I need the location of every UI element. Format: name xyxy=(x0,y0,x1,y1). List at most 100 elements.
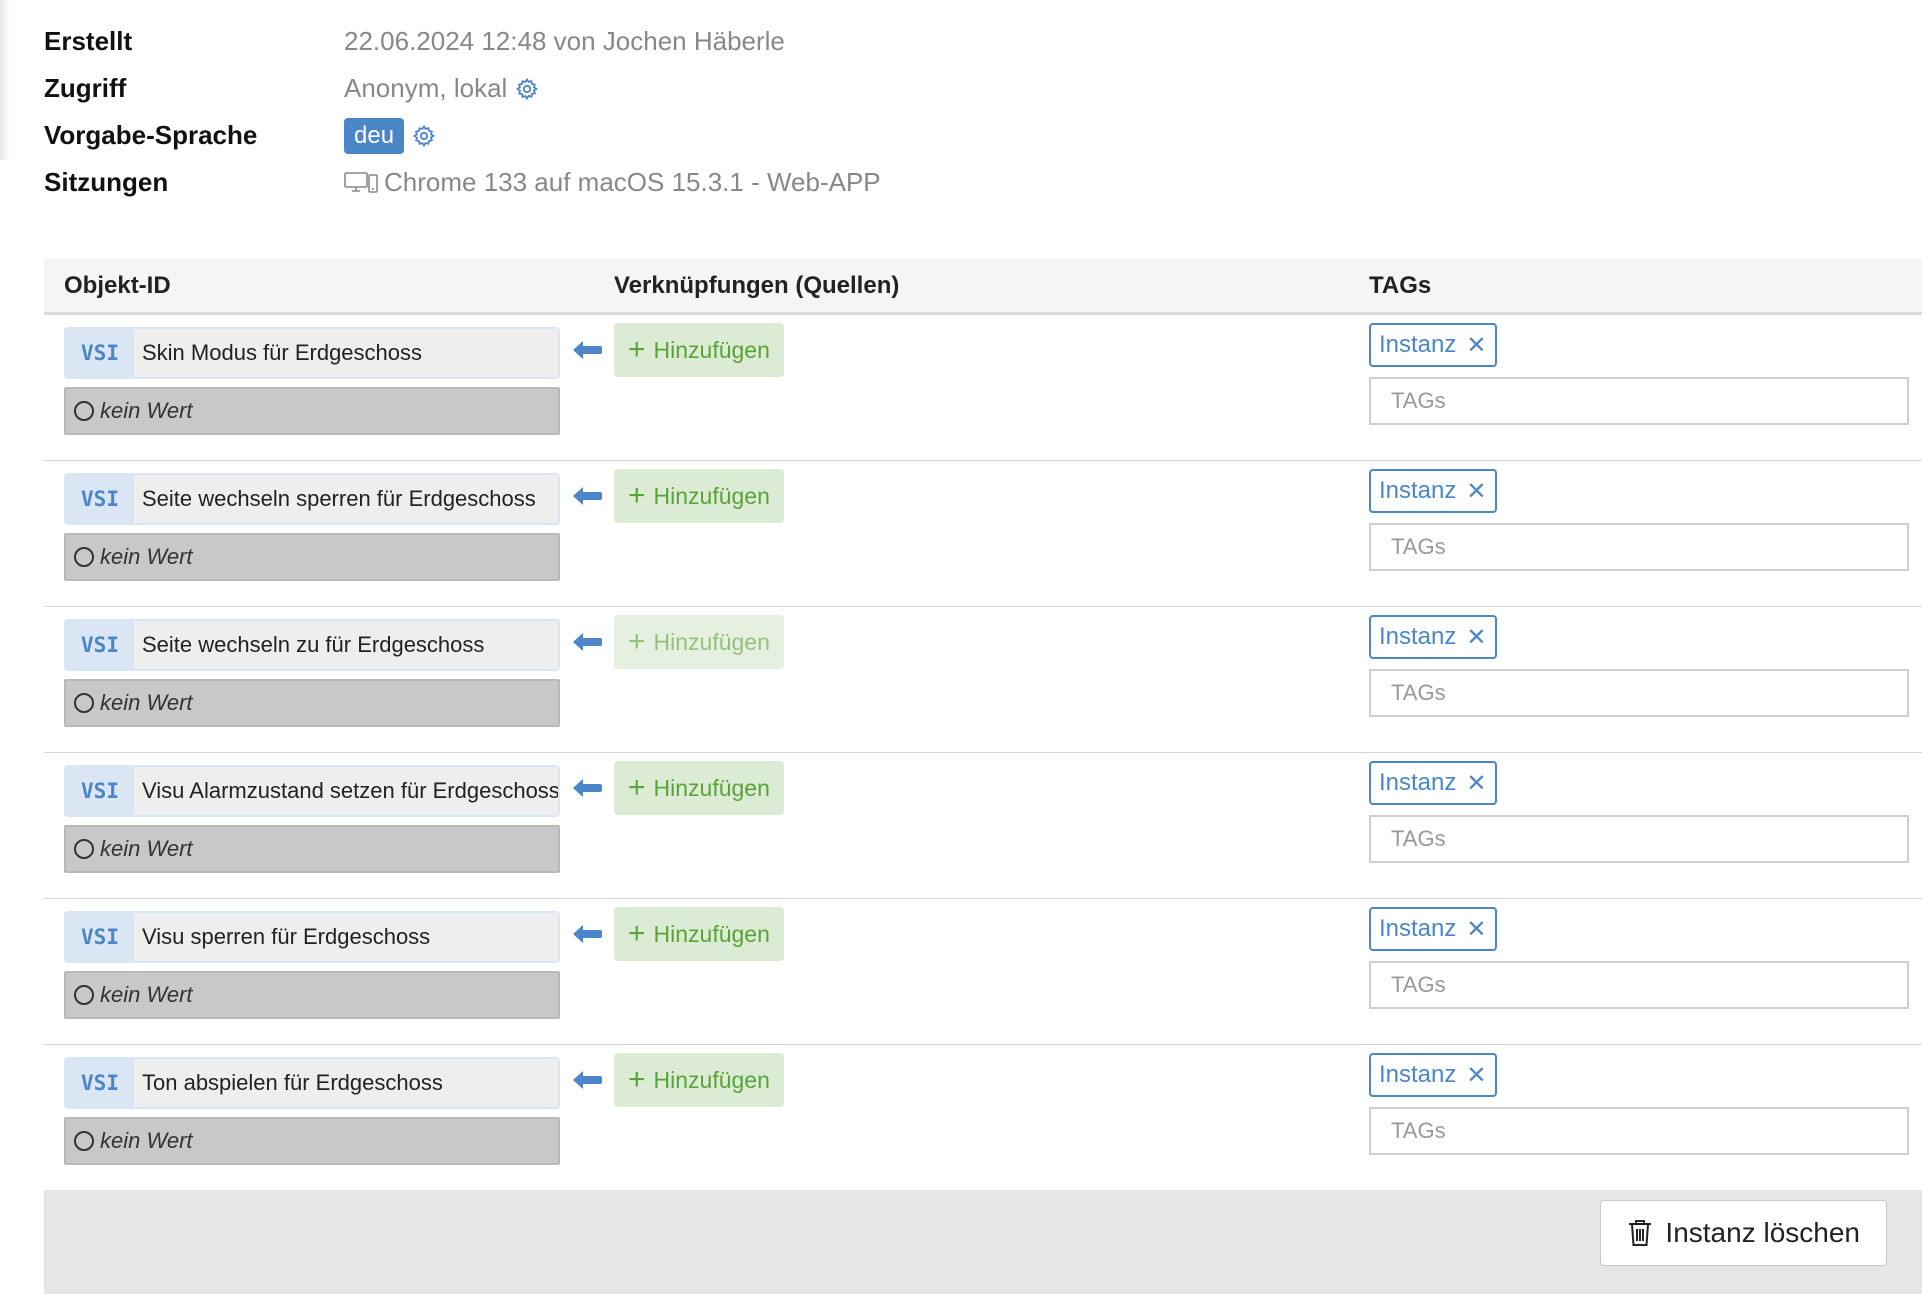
table-row: VSI Visu Alarmzustand setzen für Erdgesc… xyxy=(44,753,1922,899)
object-type-badge: VSI xyxy=(81,925,119,949)
object-name: Seite wechseln sperren für Erdgeschoss xyxy=(134,475,558,523)
info-panel: Erstellt 22.06.2024 12:48 von Jochen Häb… xyxy=(44,18,881,206)
tag-chip: Instanz ✕ xyxy=(1369,907,1497,951)
add-link-label: Hinzufügen xyxy=(653,336,770,363)
plus-icon: + xyxy=(628,771,646,804)
arrow-left-icon xyxy=(572,1069,602,1091)
column-header-object-id[interactable]: Objekt-ID xyxy=(64,272,171,300)
object-type-badge: VSI xyxy=(81,341,119,365)
gear-icon[interactable] xyxy=(412,124,436,148)
object-value: kein Wert xyxy=(64,1117,560,1165)
arrow-left-icon xyxy=(572,485,602,507)
object-id-field[interactable]: VSI Skin Modus für Erdgeschoss xyxy=(64,327,560,379)
info-row-sessions: Sitzungen Chrome 133 auf macOS 15.3.1 - … xyxy=(44,159,881,206)
created-value: 22.06.2024 12:48 von Jochen Häberle xyxy=(344,26,785,56)
sessions-value-wrap: Chrome 133 auf macOS 15.3.1 - Web-APP xyxy=(344,167,881,198)
table-row: VSI Seite wechseln zu für Erdgeschoss ke… xyxy=(44,607,1922,753)
sessions-label: Sitzungen xyxy=(44,167,169,197)
gear-icon[interactable] xyxy=(515,77,539,101)
object-name: Skin Modus für Erdgeschoss xyxy=(134,329,558,377)
add-link-label: Hinzufügen xyxy=(653,1066,770,1093)
object-value: kein Wert xyxy=(64,387,560,435)
tag-chip: Instanz ✕ xyxy=(1369,469,1497,513)
circle-icon xyxy=(74,1131,94,1151)
tag-chip-label: Instanz xyxy=(1379,477,1457,504)
table-row: VSI Ton abspielen für Erdgeschoss kein W… xyxy=(44,1045,1922,1191)
add-link-label: Hinzufügen xyxy=(653,628,770,655)
plus-icon: + xyxy=(628,333,646,366)
language-badge: deu xyxy=(344,117,405,154)
add-link-button[interactable]: + Hinzufügen xyxy=(614,907,784,961)
close-icon[interactable]: ✕ xyxy=(1466,1061,1486,1090)
circle-icon xyxy=(74,547,94,567)
info-row-created: Erstellt 22.06.2024 12:48 von Jochen Häb… xyxy=(44,18,881,65)
object-id-field[interactable]: VSI Seite wechseln sperren für Erdgescho… xyxy=(64,473,560,525)
arrow-left-icon xyxy=(572,339,602,361)
object-type-badge: VSI xyxy=(81,487,119,511)
close-icon[interactable]: ✕ xyxy=(1466,477,1486,506)
object-type-badge: VSI xyxy=(81,779,119,803)
tag-chip: Instanz ✕ xyxy=(1369,323,1497,367)
access-value: Anonym, lokal xyxy=(344,73,508,103)
access-label: Zugriff xyxy=(44,73,127,103)
object-name: Ton abspielen für Erdgeschoss xyxy=(134,1059,558,1107)
column-header-links[interactable]: Verknüpfungen (Quellen) xyxy=(614,272,899,300)
tags-input[interactable] xyxy=(1369,815,1909,863)
access-value-wrap: Anonym, lokal xyxy=(344,73,539,104)
object-name: Visu sperren für Erdgeschoss xyxy=(134,913,558,961)
object-value-text: kein Wert xyxy=(100,836,193,861)
object-id-field[interactable]: VSI Ton abspielen für Erdgeschoss xyxy=(64,1057,560,1109)
table-body: VSI Skin Modus für Erdgeschoss kein Wert… xyxy=(44,315,1922,1191)
add-link-button[interactable]: + Hinzufügen xyxy=(614,323,784,377)
table-header: Objekt-ID Verknüpfungen (Quellen) TAGs xyxy=(44,258,1922,315)
tags-input[interactable] xyxy=(1369,523,1909,571)
object-type-badge: VSI xyxy=(81,633,119,657)
add-link-button[interactable]: + Hinzufügen xyxy=(614,1053,784,1107)
table-row: VSI Visu sperren für Erdgeschoss kein We… xyxy=(44,899,1922,1045)
delete-instance-button[interactable]: Instanz löschen xyxy=(1600,1200,1887,1266)
plus-icon: + xyxy=(628,625,646,658)
tags-input[interactable] xyxy=(1369,961,1909,1009)
left-edge-shadow xyxy=(0,0,10,160)
tags-input[interactable] xyxy=(1369,377,1909,425)
add-link-label: Hinzufügen xyxy=(653,774,770,801)
tag-chip-label: Instanz xyxy=(1379,1061,1457,1088)
objects-table: Objekt-ID Verknüpfungen (Quellen) TAGs V… xyxy=(44,258,1922,1191)
object-id-field[interactable]: VSI Visu Alarmzustand setzen für Erdgesc… xyxy=(64,765,560,817)
table-row: VSI Seite wechseln sperren für Erdgescho… xyxy=(44,461,1922,607)
tag-chip-label: Instanz xyxy=(1379,915,1457,942)
object-value: kein Wert xyxy=(64,533,560,581)
desktop-mobile-icon xyxy=(344,171,378,195)
object-value-text: kein Wert xyxy=(100,544,193,569)
tag-chip-label: Instanz xyxy=(1379,769,1457,796)
add-link-button[interactable]: + Hinzufügen xyxy=(614,615,784,669)
sessions-value: Chrome 133 auf macOS 15.3.1 - Web-APP xyxy=(384,167,881,197)
language-value-wrap: deu xyxy=(344,117,436,154)
close-icon[interactable]: ✕ xyxy=(1466,331,1486,360)
add-link-button[interactable]: + Hinzufügen xyxy=(614,469,784,523)
object-id-field[interactable]: VSI Visu sperren für Erdgeschoss xyxy=(64,911,560,963)
tag-chip-label: Instanz xyxy=(1379,331,1457,358)
trash-icon xyxy=(1627,1218,1653,1248)
tag-chip-label: Instanz xyxy=(1379,623,1457,650)
object-id-field[interactable]: VSI Seite wechseln zu für Erdgeschoss xyxy=(64,619,560,671)
object-name: Visu Alarmzustand setzen für Erdgeschoss xyxy=(134,767,558,815)
column-header-tags[interactable]: TAGs xyxy=(1369,272,1431,300)
add-link-label: Hinzufügen xyxy=(653,482,770,509)
object-value-text: kein Wert xyxy=(100,398,193,423)
object-value-text: kein Wert xyxy=(100,690,193,715)
object-type-badge: VSI xyxy=(81,1071,119,1095)
arrow-left-icon xyxy=(572,777,602,799)
close-icon[interactable]: ✕ xyxy=(1466,769,1486,798)
close-icon[interactable]: ✕ xyxy=(1466,915,1486,944)
circle-icon xyxy=(74,401,94,421)
language-label: Vorgabe-Sprache xyxy=(44,120,258,150)
add-link-button[interactable]: + Hinzufügen xyxy=(614,761,784,815)
arrow-left-icon xyxy=(572,631,602,653)
circle-icon xyxy=(74,693,94,713)
tags-input[interactable] xyxy=(1369,669,1909,717)
info-row-access: Zugriff Anonym, lokal xyxy=(44,65,881,112)
close-icon[interactable]: ✕ xyxy=(1466,623,1486,652)
tags-input[interactable] xyxy=(1369,1107,1909,1155)
plus-icon: + xyxy=(628,917,646,950)
